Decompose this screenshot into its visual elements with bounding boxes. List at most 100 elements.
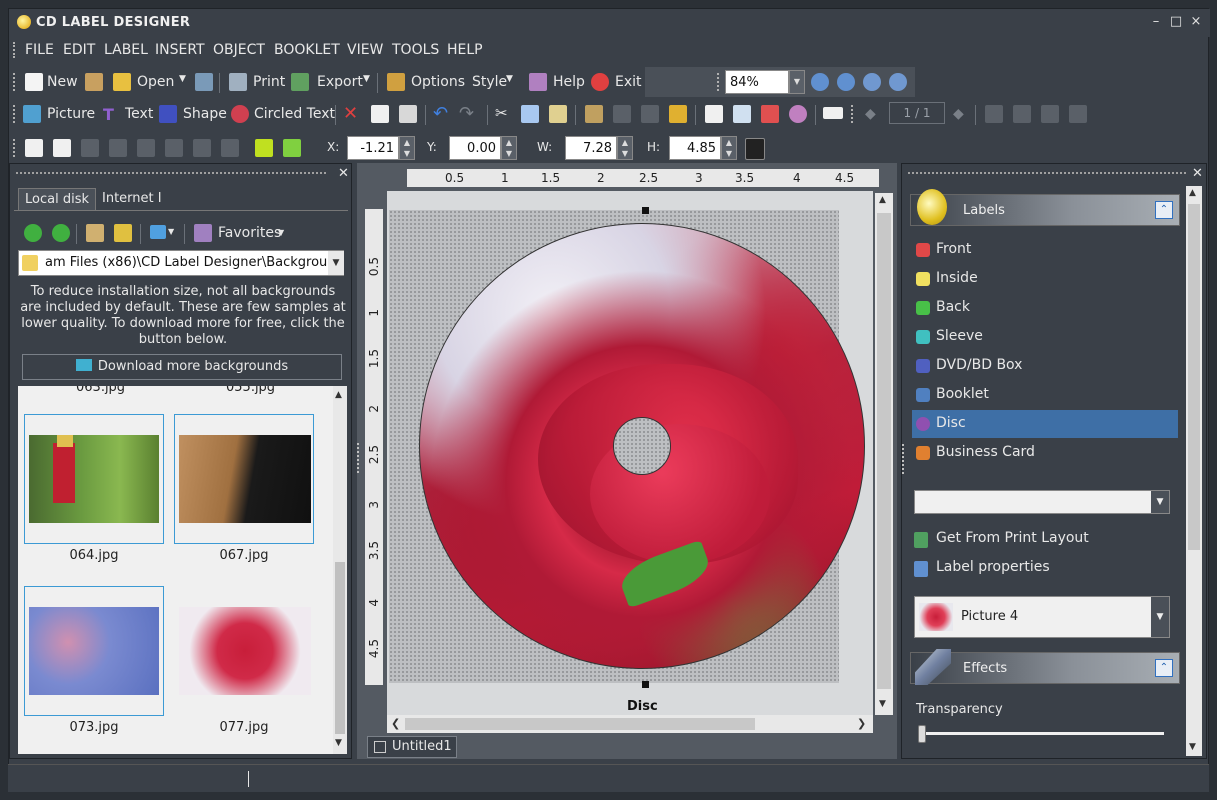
cut-icon[interactable]: ✂ [495, 104, 508, 122]
minimize-button[interactable]: – [1147, 13, 1165, 31]
print-button[interactable]: Print [253, 74, 285, 90]
template-icon[interactable] [85, 73, 103, 91]
thumbnail-064[interactable] [24, 414, 164, 544]
scroll-left-icon[interactable]: ❮ [391, 717, 400, 730]
forward-icon[interactable] [52, 224, 70, 242]
favorites-button[interactable]: Favorites [218, 225, 281, 241]
thumbnail-067[interactable] [174, 414, 314, 544]
menu-edit[interactable]: EDIT [63, 42, 95, 58]
paste-icon[interactable] [549, 105, 567, 123]
refresh-folder-icon[interactable] [114, 224, 132, 242]
thumbnails-scrollbar[interactable]: ▲ ▼ [333, 386, 347, 754]
export-dropdown-arrow-icon[interactable]: ▼ [363, 74, 370, 84]
shape-icon[interactable] [159, 105, 177, 123]
favorites-icon[interactable] [194, 224, 212, 242]
resize-handle-top[interactable] [642, 207, 649, 214]
help-icon[interactable] [529, 73, 547, 91]
splitter-handle[interactable] [902, 444, 908, 474]
panel-close-icon[interactable]: ✕ [338, 166, 349, 181]
scroll-down-icon[interactable]: ▼ [335, 738, 342, 748]
label-template-select[interactable]: ▼ [914, 490, 1170, 514]
scroll-up-icon[interactable]: ▲ [335, 390, 342, 400]
layers-icon[interactable] [705, 105, 723, 123]
label-item-dvd-box[interactable]: DVD/BD Box [912, 352, 1178, 380]
size-height-icon[interactable] [283, 139, 301, 157]
thumbnail-073[interactable] [24, 586, 164, 716]
thumbnail-077[interactable] [174, 586, 314, 716]
splitter-handle[interactable] [357, 443, 363, 473]
table-icon[interactable] [761, 105, 779, 123]
object-dropdown-arrow-icon[interactable]: ▼ [1151, 597, 1169, 637]
undo-icon[interactable]: ↶ [433, 103, 448, 124]
toolbar-grip[interactable] [851, 105, 854, 123]
insert-picture-button[interactable]: Picture [47, 106, 95, 122]
export-button[interactable]: Export [317, 74, 363, 90]
save-icon[interactable] [195, 73, 213, 91]
view-dropdown-arrow-icon[interactable]: ▼ [168, 227, 174, 236]
open-button[interactable]: Open [137, 74, 174, 90]
close-button[interactable]: × [1187, 13, 1205, 31]
scroll-thumb[interactable] [1188, 204, 1200, 550]
panel-scrollbar[interactable]: ▲ ▼ [1186, 186, 1202, 756]
document-tab[interactable]: Untitled1 [367, 736, 457, 758]
exit-icon[interactable] [591, 73, 609, 91]
x-input[interactable]: -1.21 [347, 136, 399, 160]
menu-insert[interactable]: INSERT [155, 42, 205, 58]
aspect-lock-icon[interactable] [745, 138, 765, 160]
labels-section-header[interactable]: Labels ⌃ [910, 189, 1180, 226]
resize-handle-bottom[interactable] [642, 681, 649, 688]
view-mode-icon[interactable] [150, 225, 166, 239]
zoom-fit-icon[interactable] [863, 73, 881, 91]
download-backgrounds-button[interactable]: Download more backgrounds [22, 354, 342, 380]
menu-label[interactable]: LABEL [104, 42, 148, 58]
x-stepper[interactable]: ▲ ▼ [399, 136, 415, 160]
print-icon[interactable] [229, 73, 247, 91]
label-item-business-card[interactable]: Business Card [912, 439, 1178, 467]
dropdown-arrow-icon[interactable]: ▼ [1151, 491, 1169, 513]
label-item-back[interactable]: Back [912, 294, 1178, 322]
object-select[interactable]: Picture 4 ▼ [914, 596, 1170, 638]
insert-text-button[interactable]: Text [125, 106, 153, 122]
zoom-select[interactable]: 84% [725, 70, 789, 94]
label-item-sleeve[interactable]: Sleeve [912, 323, 1178, 351]
tab-internet[interactable]: Internet I [96, 188, 168, 210]
back-icon[interactable] [24, 224, 42, 242]
barcode-icon[interactable] [823, 107, 843, 119]
panel-close-icon[interactable]: ✕ [1192, 166, 1203, 181]
panel-grip[interactable] [908, 172, 1186, 174]
scroll-up-icon[interactable]: ▲ [1189, 188, 1196, 198]
effects-section-header[interactable]: Effects ⌃ [910, 649, 1180, 685]
canvas-vertical-scrollbar[interactable]: ▲ ▼ [875, 193, 893, 715]
style-button[interactable]: Style [472, 74, 507, 90]
align-page-icon[interactable] [25, 139, 43, 157]
circled-text-icon[interactable] [231, 105, 249, 123]
scroll-thumb[interactable] [877, 213, 891, 689]
width-stepper[interactable]: ▲ ▼ [617, 136, 633, 160]
canvas-horizontal-scrollbar[interactable]: ❮ ❯ [387, 715, 873, 733]
height-input[interactable]: 4.85 [669, 136, 721, 160]
zoom-in-icon[interactable] [811, 73, 829, 91]
transparency-slider[interactable] [920, 732, 1164, 735]
toolbar-grip[interactable] [717, 73, 720, 91]
favorites-dropdown-arrow-icon[interactable]: ▼ [278, 228, 284, 237]
collapse-labels-icon[interactable]: ⌃ [1155, 201, 1173, 219]
disc-tool-icon[interactable] [789, 105, 807, 123]
tab-local-disk[interactable]: Local disk [18, 188, 96, 210]
zoom-out-icon[interactable] [837, 73, 855, 91]
properties-icon[interactable] [371, 105, 389, 123]
height-stepper[interactable]: ▲ ▼ [721, 136, 737, 160]
scroll-up-icon[interactable]: ▲ [879, 195, 886, 205]
group-icon[interactable] [585, 105, 603, 123]
align-selection-icon[interactable] [53, 139, 71, 157]
open-folder-icon[interactable] [113, 73, 131, 91]
insert-shape-button[interactable]: Shape [183, 106, 227, 122]
scroll-thumb[interactable] [405, 718, 755, 730]
up-folder-icon[interactable] [86, 224, 104, 242]
new-button[interactable]: New [47, 74, 78, 90]
open-dropdown-arrow-icon[interactable]: ▼ [179, 74, 186, 84]
exit-button[interactable]: Exit [615, 74, 642, 90]
style-dropdown-arrow-icon[interactable]: ▼ [506, 74, 513, 84]
label-item-front[interactable]: Front [912, 236, 1178, 264]
export-icon[interactable] [291, 73, 309, 91]
size-width-icon[interactable] [255, 139, 273, 157]
